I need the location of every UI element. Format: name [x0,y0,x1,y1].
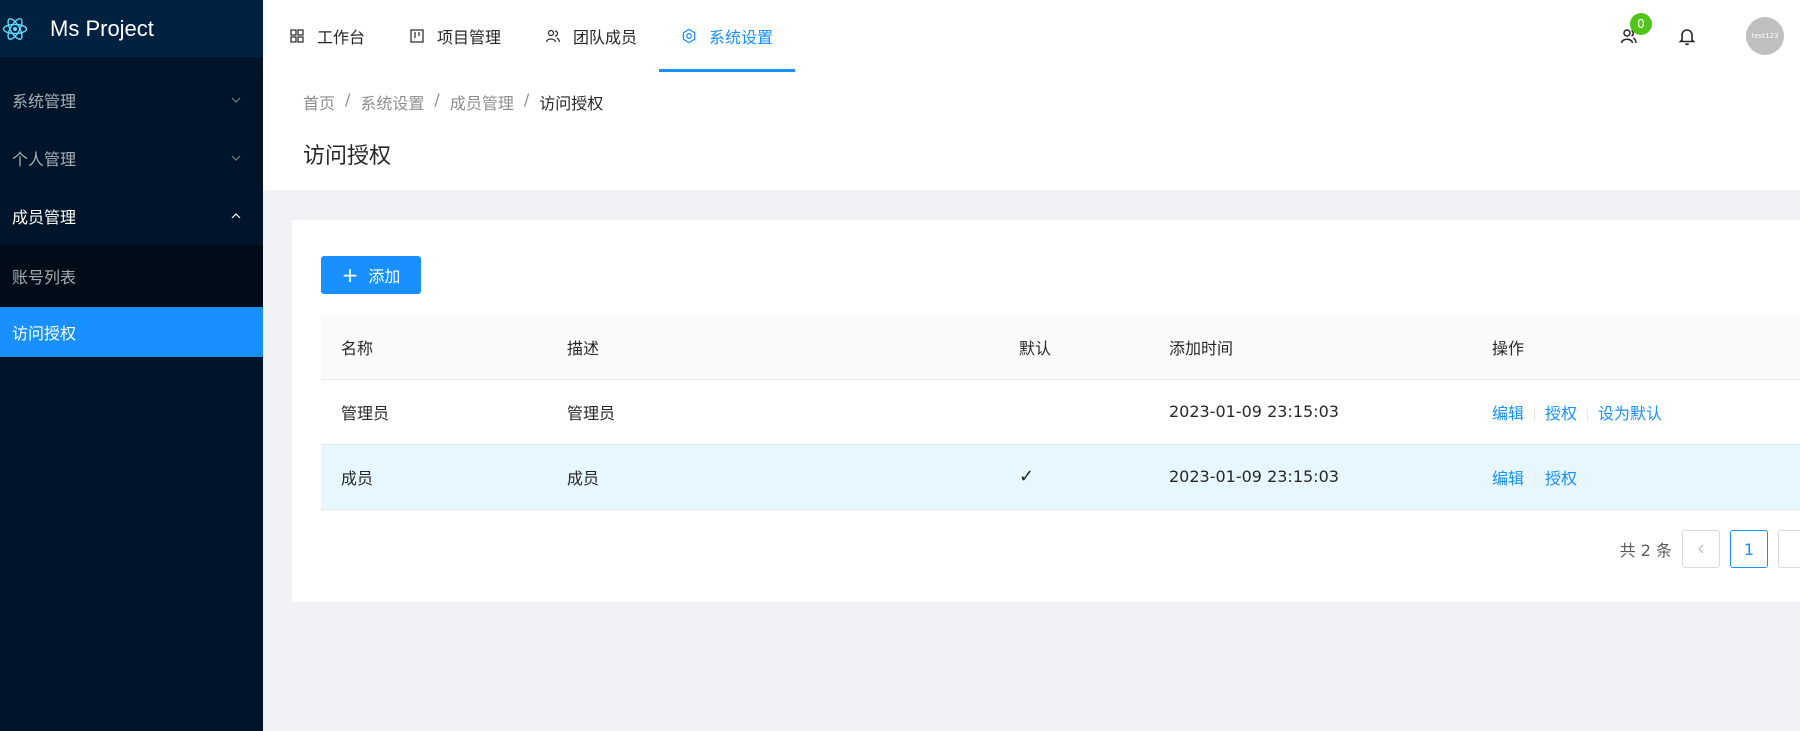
edit-link[interactable]: 编辑 [1492,469,1524,488]
breadcrumb-home[interactable]: 首页 [303,90,335,114]
edit-link[interactable]: 编辑 [1492,404,1524,423]
cell-description: 管理员 [547,379,999,445]
notification-badge: 0 [1630,13,1652,35]
tab-label: 团队成员 [573,28,638,47]
page-header: 首页 / 系统设置 / 成员管理 / 访问授权 访问授权 [263,72,1800,190]
cell-name: 成员 [321,444,547,510]
cell-description: 成员 [547,444,999,510]
breadcrumb-system-settings[interactable]: 系统设置 [360,90,424,114]
action-divider [1587,407,1589,421]
cell-actions: 编辑 授权 [1472,444,1800,510]
breadcrumb-separator: / [345,90,351,109]
column-header-description: 描述 [547,315,999,380]
page-title: 访问授权 [303,144,392,169]
chevron-down-icon [231,97,241,103]
chevron-down-icon [231,155,241,161]
board-icon [410,29,424,43]
cell-default: ✓ [999,444,1149,510]
avatar[interactable]: test123 [1746,17,1784,55]
cell-default [999,379,1149,445]
team-icon [545,29,561,43]
cell-created-time: 2023-01-09 23:15:03 [1149,379,1472,445]
breadcrumb-separator: / [523,90,530,109]
top-header: 工作台 项目管理 团队成员 系统设置 0 test123 [263,0,1800,72]
sidebar: Ms Project 系统管理 个人管理 成员管理 账号列表 访问授权 [0,0,263,731]
tab-label: 系统设置 [709,28,774,47]
authorize-link[interactable]: 授权 [1545,404,1577,423]
pagination-total: 共 2 条 [1619,541,1672,560]
tab-system-settings[interactable]: 系统设置 [659,0,796,72]
sidebar-group-label: 个人管理 [12,150,77,169]
sidebar-group-label: 系统管理 [12,92,77,111]
sidebar-group-members[interactable]: 成员管理 [0,187,263,245]
column-header-created-time: 添加时间 [1149,315,1472,380]
table-header-row: 名称 描述 默认 添加时间 操作 [321,315,1800,380]
authorize-link[interactable]: 授权 [1545,469,1577,488]
chevron-left-icon [1698,544,1704,554]
plus-icon: + [341,263,359,287]
react-logo-icon [2,17,28,40]
cell-created-time: 2023-01-09 23:15:03 [1149,444,1472,510]
bell-button[interactable] [1676,25,1698,47]
cell-actions: 编辑 授权 设为默认 [1472,379,1800,445]
next-page-button[interactable] [1778,530,1800,568]
side-menu: 系统管理 个人管理 成员管理 账号列表 访问授权 [0,71,263,357]
tab-label: 项目管理 [437,28,502,47]
breadcrumb-current: 访问授权 [539,94,604,113]
tab-team[interactable]: 团队成员 [523,0,659,72]
sidebar-submenu: 账号列表 访问授权 [0,245,263,357]
column-header-default: 默认 [999,315,1149,380]
prev-page-button[interactable] [1682,530,1720,568]
team-notice-button[interactable]: 0 [1618,13,1652,47]
sidebar-item-access-auth[interactable]: 访问授权 [0,307,263,357]
add-button-label: 添加 [368,267,401,286]
top-nav: 工作台 项目管理 团队成员 系统设置 [263,0,1800,72]
settings-icon [682,28,696,44]
brand[interactable]: Ms Project [0,0,263,57]
pagination: 共 2 条 1 [1620,530,1800,568]
sidebar-group-personal[interactable]: 个人管理 [0,129,263,187]
sidebar-group-system[interactable]: 系统管理 [0,71,263,129]
table-row: 管理员 管理员 2023-01-09 23:15:03 编辑 授权 设为默认 [321,379,1800,445]
roles-table: 名称 描述 默认 添加时间 操作 管理员 管理员 2023-01-09 23:1… [321,315,1800,510]
column-header-name: 名称 [321,315,547,380]
header-actions: 0 test123 [1618,0,1800,72]
column-header-actions: 操作 [1472,315,1800,380]
bell-icon [1678,29,1696,46]
tab-workbench[interactable]: 工作台 [267,0,387,72]
tab-projects[interactable]: 项目管理 [387,0,523,72]
tab-label: 工作台 [317,28,366,47]
breadcrumb-member-management[interactable]: 成员管理 [450,90,514,114]
content-card: + 添加 名称 描述 默认 添加时间 操作 管理员 管理员 2023-01-09… [292,220,1800,602]
cell-name: 管理员 [321,379,547,445]
brand-name: Ms Project [50,15,154,41]
grid-icon [290,29,304,43]
breadcrumb-separator: / [434,90,440,109]
action-divider [1534,407,1536,421]
chevron-up-icon [231,213,241,219]
breadcrumb: 首页 / 系统设置 / 成员管理 / 访问授权 [303,90,603,114]
action-divider [1534,472,1536,486]
sidebar-group-label: 成员管理 [12,208,77,227]
table-row: 成员 成员 ✓ 2023-01-09 23:15:03 编辑 授权 [321,444,1800,510]
sidebar-item-account-list[interactable]: 账号列表 [0,245,263,307]
avatar-dropdown-caret[interactable] [1786,27,1800,45]
set-default-link[interactable]: 设为默认 [1598,404,1662,423]
page-button-current[interactable]: 1 [1730,530,1768,568]
add-button[interactable]: + 添加 [321,256,421,294]
